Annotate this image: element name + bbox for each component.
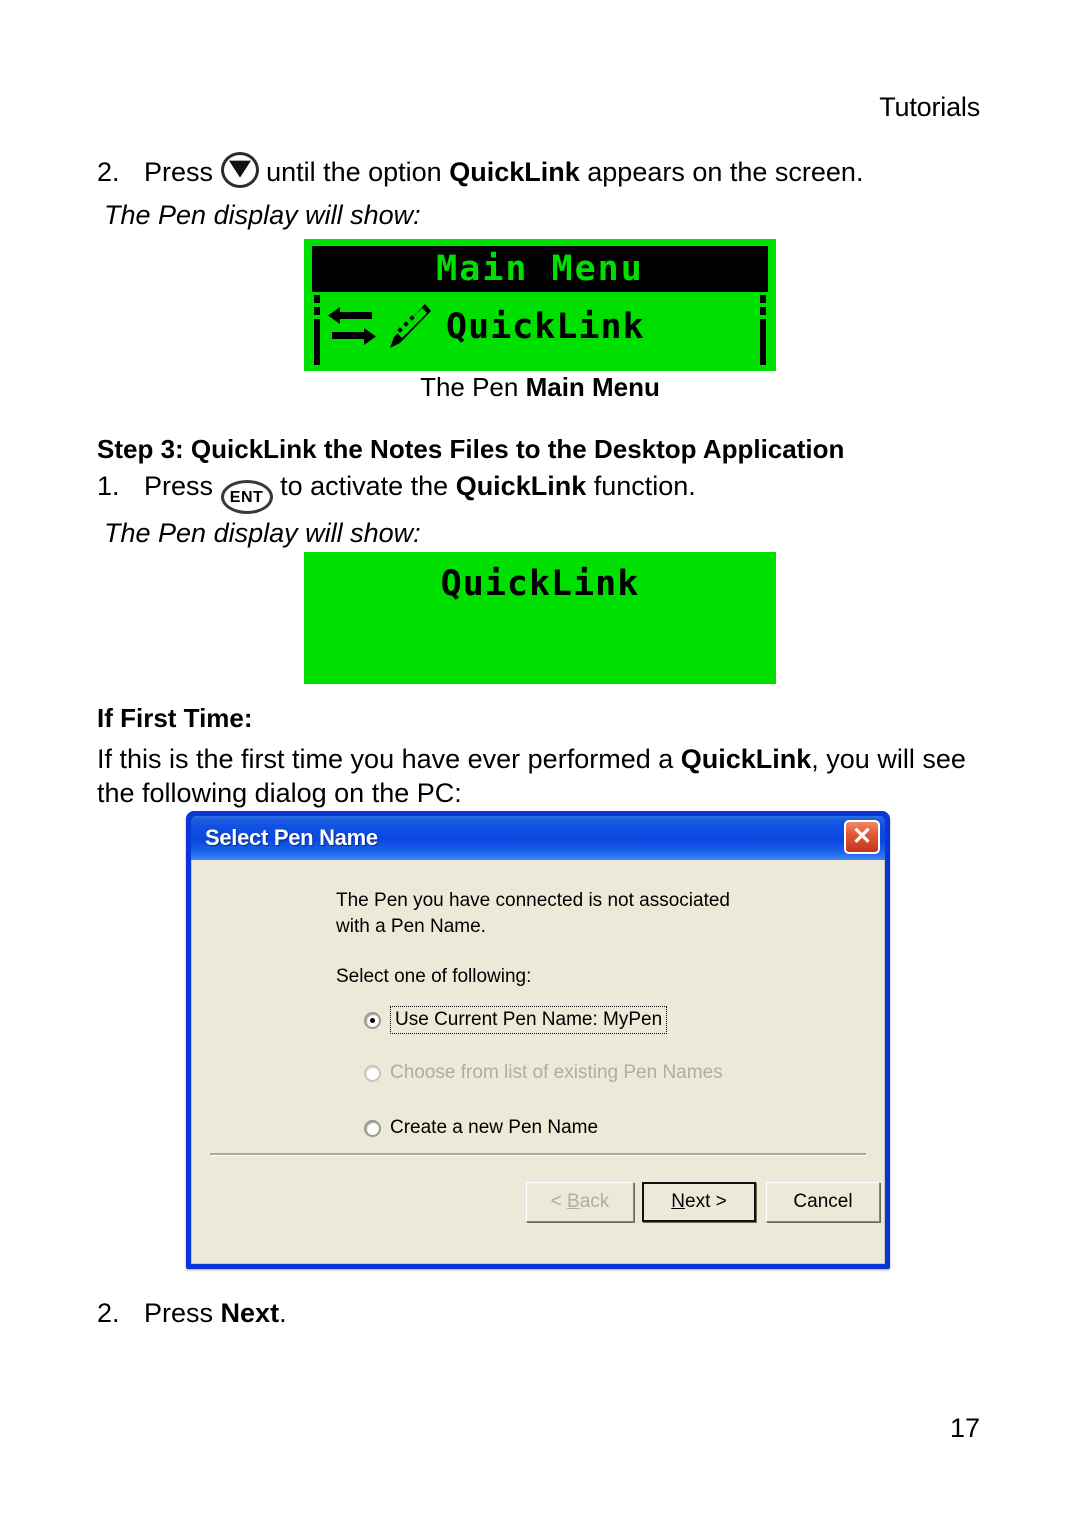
sync-arrows-icon [328,307,376,345]
if-first-time-body-bold: QuickLink [680,744,812,774]
pen-lcd-quicklink: QuickLink [304,552,776,684]
step-3-item-1-text-after: function. [593,471,696,501]
step-3-item-1: 1. Press ENT to activate the QuickLink fu… [97,469,696,514]
radio-option-label: Create a new Pen Name [390,1117,599,1138]
radio-indicator[interactable] [364,1011,381,1029]
close-icon[interactable]: ✕ [844,820,880,854]
down-triangle-glyph [228,160,251,178]
back-button-accel: B [567,1191,580,1212]
pen-lcd-menu-item-label: QuickLink [446,307,645,347]
step-3-item-1-number: 1. [97,471,120,501]
pen-icon [390,304,431,348]
pen-display-note-1: The Pen display will show: [104,200,421,230]
step-2-bottom-text-before: Press [144,1298,214,1328]
dialog-message-line-2: with a Pen Name. [336,916,486,937]
dialog-prompt: Select one of following: [336,966,532,987]
next-button[interactable]: Next > [642,1182,756,1222]
step-3-item-1-text-middle: to activate the [280,471,449,501]
page-header-tutorials: Tutorials [879,92,980,122]
radio-indicator[interactable] [364,1119,381,1137]
pen-lcd-scroll-rail-left [314,295,320,365]
if-first-time-body-before: If this is the first time you have ever … [97,744,681,774]
step-2-bottom-bold-term: Next [220,1298,280,1328]
if-first-time-body: If this is the first time you have ever … [97,742,987,810]
cancel-button[interactable]: Cancel [766,1182,880,1222]
back-button-pre: < [550,1191,568,1212]
caption-1-prefix: The Pen [420,372,526,402]
step-3-item-1-bold-term: QuickLink [455,471,587,501]
step-2-top: 2. Press until the option QuickLink appea… [97,152,863,189]
dialog-separator [210,1153,866,1156]
step-2-bottom-number: 2. [97,1298,120,1328]
step-3-heading-text: : QuickLink the Notes Files to the Deskt… [175,434,845,464]
radio-option-choose-existing-pen-name: Choose from list of existing Pen Names [364,1062,723,1084]
radio-option-label: Use Current Pen Name: MyPen [390,1006,668,1034]
step-3-heading: Step 3: QuickLink the Notes Files to the… [97,434,844,465]
step-2-top-bold-term: QuickLink [449,157,580,187]
step-2-bottom-text-after: . [279,1298,287,1328]
pen-lcd-main-menu: Main Menu QuickLink [304,239,776,371]
pen-lcd-quicklink-label: QuickLink [440,564,640,604]
step-2-top-text-before: Press [144,157,214,187]
step-2-bottom: 2. Press Next. [97,1296,287,1330]
dialog-titlebar[interactable]: Select Pen Name ✕ [191,816,885,860]
radio-option-create-new-pen-name[interactable]: Create a new Pen Name [364,1117,598,1139]
back-button[interactable]: < Back [526,1182,634,1222]
pen-lcd-scroll-rail-right [760,295,766,365]
step-2-top-text-after: appears on the screen. [587,157,864,187]
next-button-accel: N [671,1191,685,1212]
if-first-time-heading: If First Time: [97,703,253,733]
page-number: 17 [949,1413,980,1443]
pen-lcd-title-main-menu: Main Menu [312,246,768,292]
step-2-top-number: 2. [97,157,120,187]
pen-lcd-menu-item-quicklink: QuickLink [326,297,645,357]
dialog-title: Select Pen Name [205,825,378,850]
ent-key-label: ENT [229,489,264,506]
step-3-heading-label: Step 3 [97,434,176,464]
select-pen-name-dialog: Select Pen Name ✕ The Pen you have conne… [186,811,890,1269]
radio-indicator [364,1064,381,1082]
pen-display-note-2: The Pen display will show: [104,518,421,548]
step-3-item-1-text-before: Press [144,471,214,501]
dialog-message-line-1: The Pen you have connected is not associ… [336,890,730,911]
radio-option-use-current-pen-name[interactable]: Use Current Pen Name: MyPen [364,1006,668,1034]
down-arrow-key-icon [220,152,259,188]
step-2-top-text-middle: until the option [266,157,442,187]
pen-lcd-caption-1: The Pen Main Menu [0,372,1080,403]
back-button-post: ack [579,1191,610,1212]
caption-1-bold: Main Menu [525,372,660,402]
next-button-post: ext > [685,1191,727,1212]
radio-option-label: Choose from list of existing Pen Names [390,1062,723,1083]
dialog-body: The Pen you have connected is not associ… [191,860,885,1264]
ent-key-icon: ENT [220,480,273,514]
